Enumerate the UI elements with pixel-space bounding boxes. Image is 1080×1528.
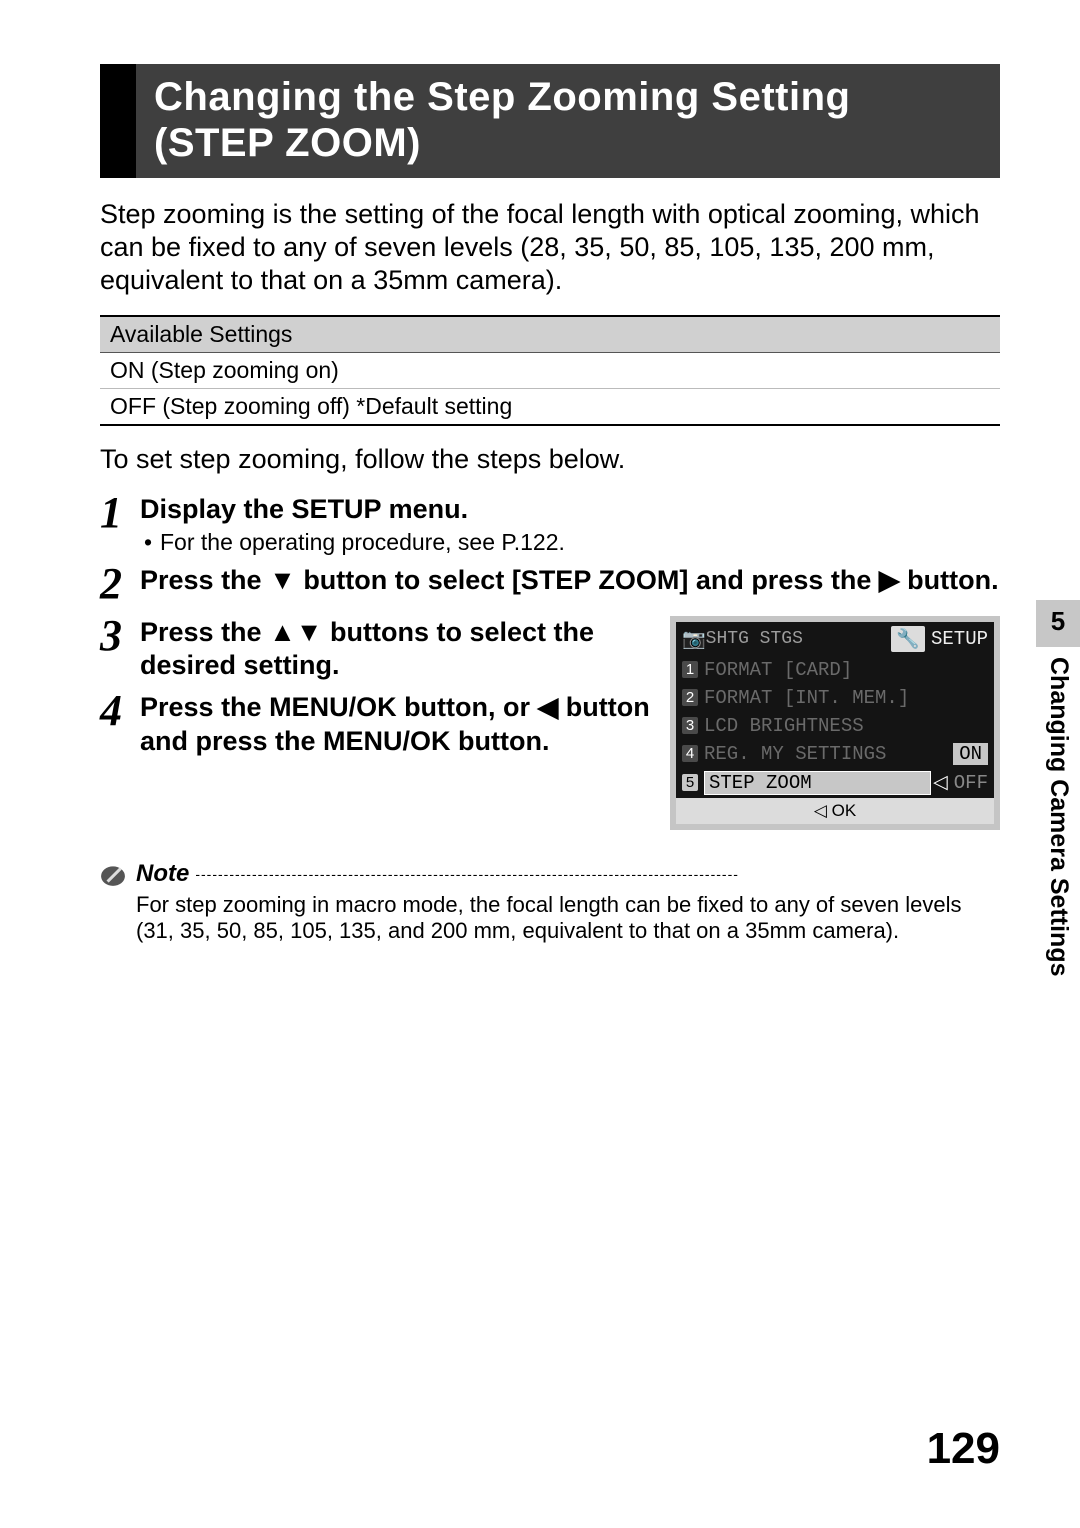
available-settings-table: Available Settings ON (Step zooming on) …	[100, 315, 1000, 426]
camera-icon: 📷	[682, 627, 706, 651]
step-body: Press the MENU/OK button, or ◀ button an…	[140, 691, 652, 759]
lcd-row-num: 4	[682, 745, 698, 762]
lcd-left-caret-icon: ◁	[931, 771, 950, 794]
lcd-row-3: 3 LCD BRIGHTNESS	[676, 712, 994, 740]
step-3: 3 Press the ▲▼ buttons to select the des…	[100, 616, 652, 684]
page-number: 129	[927, 1424, 1000, 1474]
step-body: Press the ▲▼ buttons to select the desir…	[140, 616, 652, 684]
lcd-row-value: OFF	[950, 772, 988, 794]
lcd-row-label: FORMAT [CARD]	[704, 659, 988, 681]
step3-pre: Press the	[140, 617, 269, 647]
lcd-tab-shtg: SHTG STGS	[706, 629, 886, 649]
up-down-arrow-icon: ▲▼	[269, 617, 322, 647]
settings-row-on: ON (Step zooming on)	[100, 353, 1000, 388]
step-title: Press the MENU/OK button, or ◀ button an…	[140, 691, 652, 759]
down-arrow-icon: ▼	[269, 565, 296, 595]
step-number: 4	[100, 689, 140, 733]
lead-in-text: To set step zooming, follow the steps be…	[100, 444, 1000, 475]
lcd-row-2: 2 FORMAT [INT. MEM.]	[676, 684, 994, 712]
lcd-row-num: 3	[682, 717, 698, 734]
steps-with-screenshot: 3 Press the ▲▼ buttons to select the des…	[100, 616, 1000, 830]
side-tab: 5 Changing Camera Settings	[1036, 600, 1080, 987]
lcd-row-value: ON	[953, 743, 988, 765]
lcd-tabs: 📷 SHTG STGS 🔧 SETUP	[676, 622, 994, 656]
title-line-1: Changing the Step Zooming Setting	[154, 75, 850, 119]
lcd-row-num: 5	[682, 774, 698, 791]
lcd-row-label: FORMAT [INT. MEM.]	[704, 687, 988, 709]
lcd-row-4: 4 REG. MY SETTINGS ON	[676, 740, 994, 768]
left-arrow-icon: ◀	[538, 692, 559, 722]
lcd-row-label: LCD BRIGHTNESS	[704, 715, 988, 737]
title-line-2: (STEP ZOOM)	[154, 121, 421, 165]
note-body: For step zooming in macro mode, the foca…	[100, 892, 1000, 945]
lcd-row-num: 1	[682, 661, 698, 678]
intro-paragraph: Step zooming is the setting of the focal…	[100, 198, 1000, 297]
lcd-tab-setup: SETUP	[931, 628, 988, 650]
lcd-row-label: REG. MY SETTINGS	[704, 743, 953, 765]
step-title: Press the ▲▼ buttons to select the desir…	[140, 616, 652, 684]
chapter-label: Changing Camera Settings	[1036, 647, 1080, 987]
lcd-row-5-selected: 5 STEP ZOOM ◁ OFF	[676, 768, 994, 798]
settings-table-header: Available Settings	[100, 317, 1000, 353]
step-1: 1 Display the SETUP menu. For the operat…	[100, 493, 1000, 556]
step-number: 3	[100, 614, 140, 658]
step2-post: button.	[900, 565, 999, 595]
step-body: Press the ▼ button to select [STEP ZOOM]…	[140, 564, 1000, 598]
note-block: Note -----------------------------------…	[100, 860, 1000, 945]
note-divider: ----------------------------------------…	[189, 866, 1000, 882]
step-number: 2	[100, 562, 140, 606]
step2-mid: button to select [STEP ZOOM] and press t…	[296, 565, 879, 595]
step2-pre: Press the	[140, 565, 269, 595]
manual-page: Changing the Step Zooming Setting (STEP …	[0, 0, 1080, 1528]
right-arrow-icon: ▶	[879, 565, 900, 595]
note-heading: Note -----------------------------------…	[100, 860, 1000, 888]
section-title: Changing the Step Zooming Setting (STEP …	[136, 64, 868, 178]
step-body: Display the SETUP menu. For the operatin…	[140, 493, 1000, 556]
step-4: 4 Press the MENU/OK button, or ◀ button …	[100, 691, 652, 759]
note-label: Note	[136, 860, 189, 888]
step-subtext: For the operating procedure, see P.122.	[140, 529, 1000, 556]
lcd-row-label: STEP ZOOM	[704, 771, 931, 795]
step-number: 1	[100, 491, 140, 535]
steps-column: 3 Press the ▲▼ buttons to select the des…	[100, 616, 652, 767]
section-title-banner: Changing the Step Zooming Setting (STEP …	[100, 64, 1000, 178]
step-title: Display the SETUP menu.	[140, 493, 1000, 527]
settings-row-off: OFF (Step zooming off) *Default setting	[100, 388, 1000, 424]
lcd-footer-ok: ◁ OK	[676, 798, 994, 824]
step4-pre: Press the MENU/OK button, or	[140, 692, 538, 722]
lcd-row-num: 2	[682, 689, 698, 706]
lcd-row-1: 1 FORMAT [CARD]	[676, 656, 994, 684]
camera-lcd-screenshot: 📷 SHTG STGS 🔧 SETUP 1 FORMAT [CARD] 2 FO…	[670, 616, 1000, 830]
title-stripe	[100, 64, 136, 178]
step-title: Press the ▼ button to select [STEP ZOOM]…	[140, 564, 1000, 598]
lcd-screen: 📷 SHTG STGS 🔧 SETUP 1 FORMAT [CARD] 2 FO…	[670, 616, 1000, 830]
wrench-icon: 🔧	[891, 626, 925, 652]
chapter-number: 5	[1036, 600, 1080, 647]
note-pencil-icon	[100, 861, 126, 887]
step-2: 2 Press the ▼ button to select [STEP ZOO…	[100, 564, 1000, 608]
